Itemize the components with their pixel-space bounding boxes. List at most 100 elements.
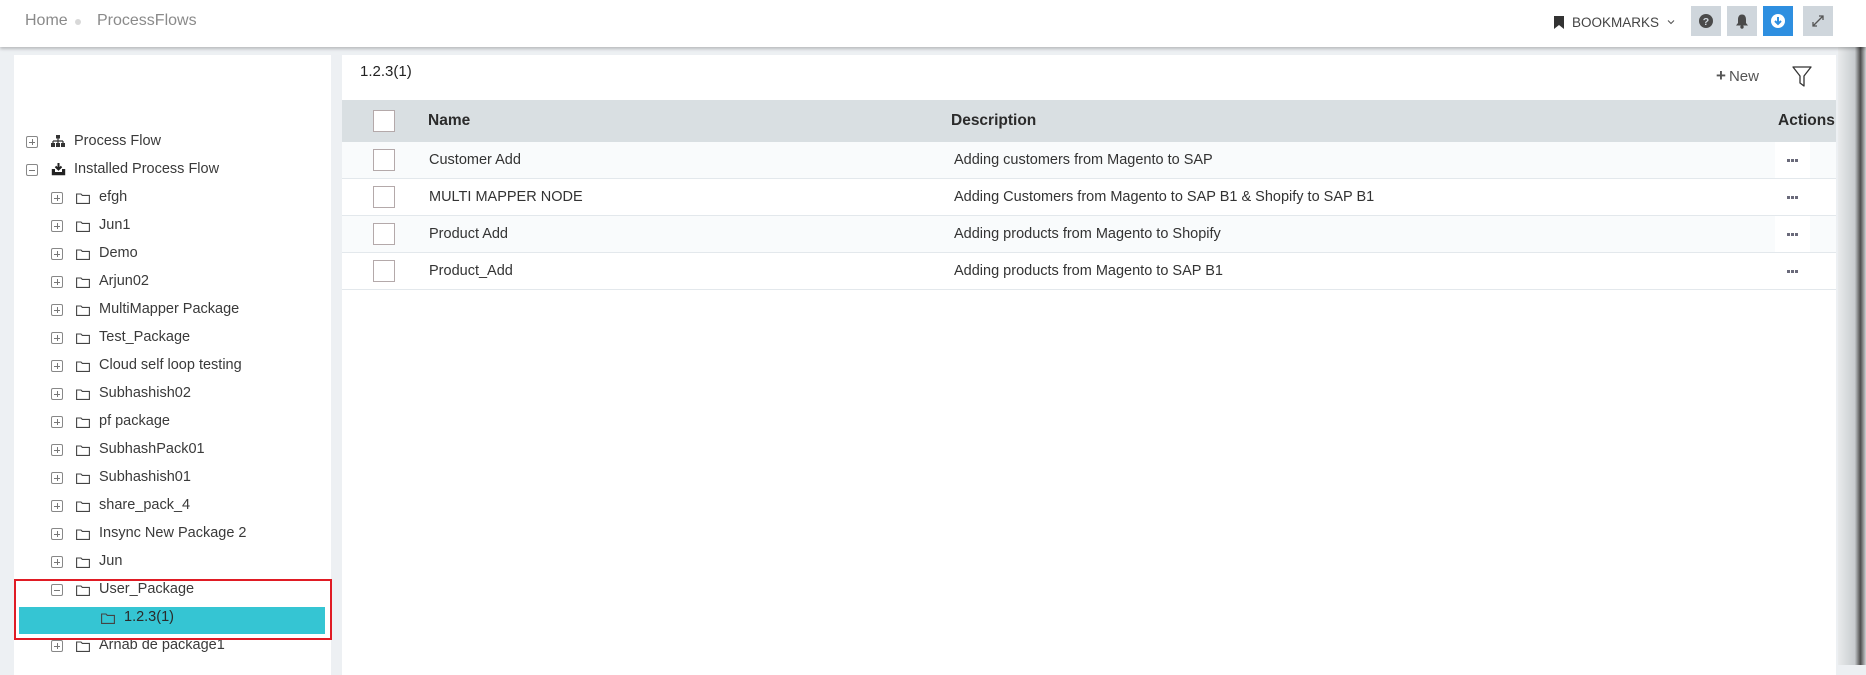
folder-icon — [76, 220, 90, 232]
expand-toggle-icon[interactable] — [51, 304, 63, 316]
tree-item[interactable]: Subhashish02 — [0, 382, 330, 406]
tree-item-label: Test_Package — [99, 329, 191, 345]
new-button[interactable]: + New — [1716, 66, 1759, 86]
vertical-scrollbar[interactable] — [1838, 47, 1866, 665]
select-all-checkbox[interactable] — [373, 110, 395, 132]
expand-toggle-icon[interactable] — [51, 276, 63, 288]
tree-item-label: Subhashish02 — [99, 385, 191, 401]
tree-item[interactable]: efgh — [0, 186, 330, 210]
tree-item[interactable]: pf package — [0, 410, 330, 434]
collapse-toggle-icon[interactable] — [51, 584, 63, 596]
table-row[interactable]: MULTI MAPPER NODE Adding Customers from M… — [342, 179, 1836, 216]
row-actions-button[interactable] — [1775, 253, 1810, 289]
tree-item[interactable]: Insync New Package 2 — [0, 522, 330, 546]
folder-icon — [76, 360, 90, 372]
breadcrumb-processflows[interactable]: ProcessFlows — [97, 12, 197, 30]
column-header-name[interactable]: Name — [428, 112, 470, 130]
tree-item[interactable]: Jun1 — [0, 214, 330, 238]
tree-item[interactable]: share_pack_4 — [0, 494, 330, 518]
expand-toggle-icon[interactable] — [51, 444, 63, 456]
sitemap-icon — [51, 135, 66, 148]
tree-item-label: Arjun02 — [99, 273, 149, 289]
folder-icon — [76, 444, 90, 456]
page-title: 1.2.3(1) — [360, 63, 412, 80]
tree-item-label: share_pack_4 — [99, 497, 191, 513]
table-row[interactable]: Product_Add Adding products from Magento … — [342, 253, 1836, 290]
row-checkbox[interactable] — [373, 186, 395, 208]
cell-description: Adding customers from Magento to SAP — [954, 152, 1213, 168]
tree-item-label: Arnab de package1 — [99, 637, 225, 653]
folder-icon — [76, 584, 90, 596]
tree-item[interactable]: Arjun02 — [0, 270, 330, 294]
tree-item[interactable]: Cloud self loop testing — [0, 354, 330, 378]
cell-description: Adding products from Magento to Shopify — [954, 226, 1221, 242]
expand-toggle-icon[interactable] — [51, 248, 63, 260]
table-row[interactable]: Product Add Adding products from Magento … — [342, 216, 1836, 253]
notifications-button[interactable] — [1727, 6, 1757, 36]
new-label: New — [1728, 67, 1759, 85]
plus-icon: + — [1716, 66, 1726, 85]
column-header-description[interactable]: Description — [951, 112, 1036, 130]
folder-icon — [76, 472, 90, 484]
folder-icon — [76, 388, 90, 400]
expand-toggle-icon[interactable] — [51, 192, 63, 204]
expand-icon — [1812, 15, 1824, 27]
tree-item-label: Cloud self loop testing — [99, 357, 242, 373]
table-row[interactable]: Customer Add Adding customers from Magent… — [342, 142, 1836, 179]
expand-toggle-icon[interactable] — [51, 332, 63, 344]
row-checkbox[interactable] — [373, 149, 395, 171]
expand-toggle-icon[interactable] — [51, 360, 63, 372]
folder-icon — [101, 612, 115, 624]
cell-name: Customer Add — [429, 152, 521, 168]
ellipsis-icon — [1787, 269, 1798, 273]
download-button[interactable] — [1763, 6, 1793, 36]
tree-item-label: pf package — [99, 413, 170, 429]
row-checkbox[interactable] — [373, 223, 395, 245]
tree-item-label: User_Package — [99, 581, 195, 597]
fullscreen-button[interactable] — [1803, 6, 1833, 36]
tree-item[interactable]: Arnab de package1 — [0, 634, 330, 658]
expand-toggle-icon[interactable] — [51, 388, 63, 400]
folder-icon — [76, 248, 90, 260]
tree-item-label: SubhashPack01 — [99, 441, 205, 457]
tree-item[interactable]: Jun — [0, 550, 330, 574]
tree-item[interactable]: Installed Process Flow — [0, 158, 330, 182]
tree-item[interactable]: MultiMapper Package — [0, 298, 330, 322]
tree-item[interactable]: Subhashish01 — [0, 466, 330, 490]
expand-toggle-icon[interactable] — [51, 640, 63, 652]
tree-item-label: Jun — [99, 553, 123, 569]
cell-name: MULTI MAPPER NODE — [429, 189, 583, 205]
expand-toggle-icon[interactable] — [51, 556, 63, 568]
expand-toggle-icon[interactable] — [51, 528, 63, 540]
collapse-toggle-icon[interactable] — [26, 164, 38, 176]
table-header: Name Description Actions — [342, 100, 1836, 142]
bookmark-icon — [1554, 15, 1564, 29]
folder-icon — [76, 640, 90, 652]
breadcrumb-home[interactable]: Home — [25, 12, 68, 30]
tree-item[interactable]: 1.2.3(1) — [0, 606, 330, 630]
filter-icon[interactable] — [1792, 66, 1812, 88]
help-button[interactable]: ? — [1691, 6, 1721, 36]
row-actions-button[interactable] — [1775, 216, 1810, 252]
arrow-down-circle-icon — [1771, 14, 1785, 28]
folder-icon — [76, 556, 90, 568]
breadcrumb-separator — [75, 19, 81, 25]
expand-toggle-icon[interactable] — [26, 136, 38, 148]
row-actions-button[interactable] — [1775, 142, 1810, 178]
row-actions-button[interactable] — [1775, 179, 1810, 215]
cell-name: Product_Add — [429, 263, 513, 279]
tree-item[interactable]: Process Flow — [0, 130, 330, 154]
tree-item-label: Jun1 — [99, 217, 131, 233]
tree-item[interactable]: User_Package — [0, 578, 330, 602]
expand-toggle-icon[interactable] — [51, 416, 63, 428]
expand-toggle-icon[interactable] — [51, 220, 63, 232]
bookmarks-dropdown[interactable]: BOOKMARKS — [1554, 10, 1675, 34]
expand-toggle-icon[interactable] — [51, 500, 63, 512]
folder-icon — [76, 332, 90, 344]
tree-item[interactable]: SubhashPack01 — [0, 438, 330, 462]
tree-item[interactable]: Test_Package — [0, 326, 330, 350]
row-checkbox[interactable] — [373, 260, 395, 282]
tree-item-label: efgh — [99, 189, 128, 205]
expand-toggle-icon[interactable] — [51, 472, 63, 484]
tree-item[interactable]: Demo — [0, 242, 330, 266]
